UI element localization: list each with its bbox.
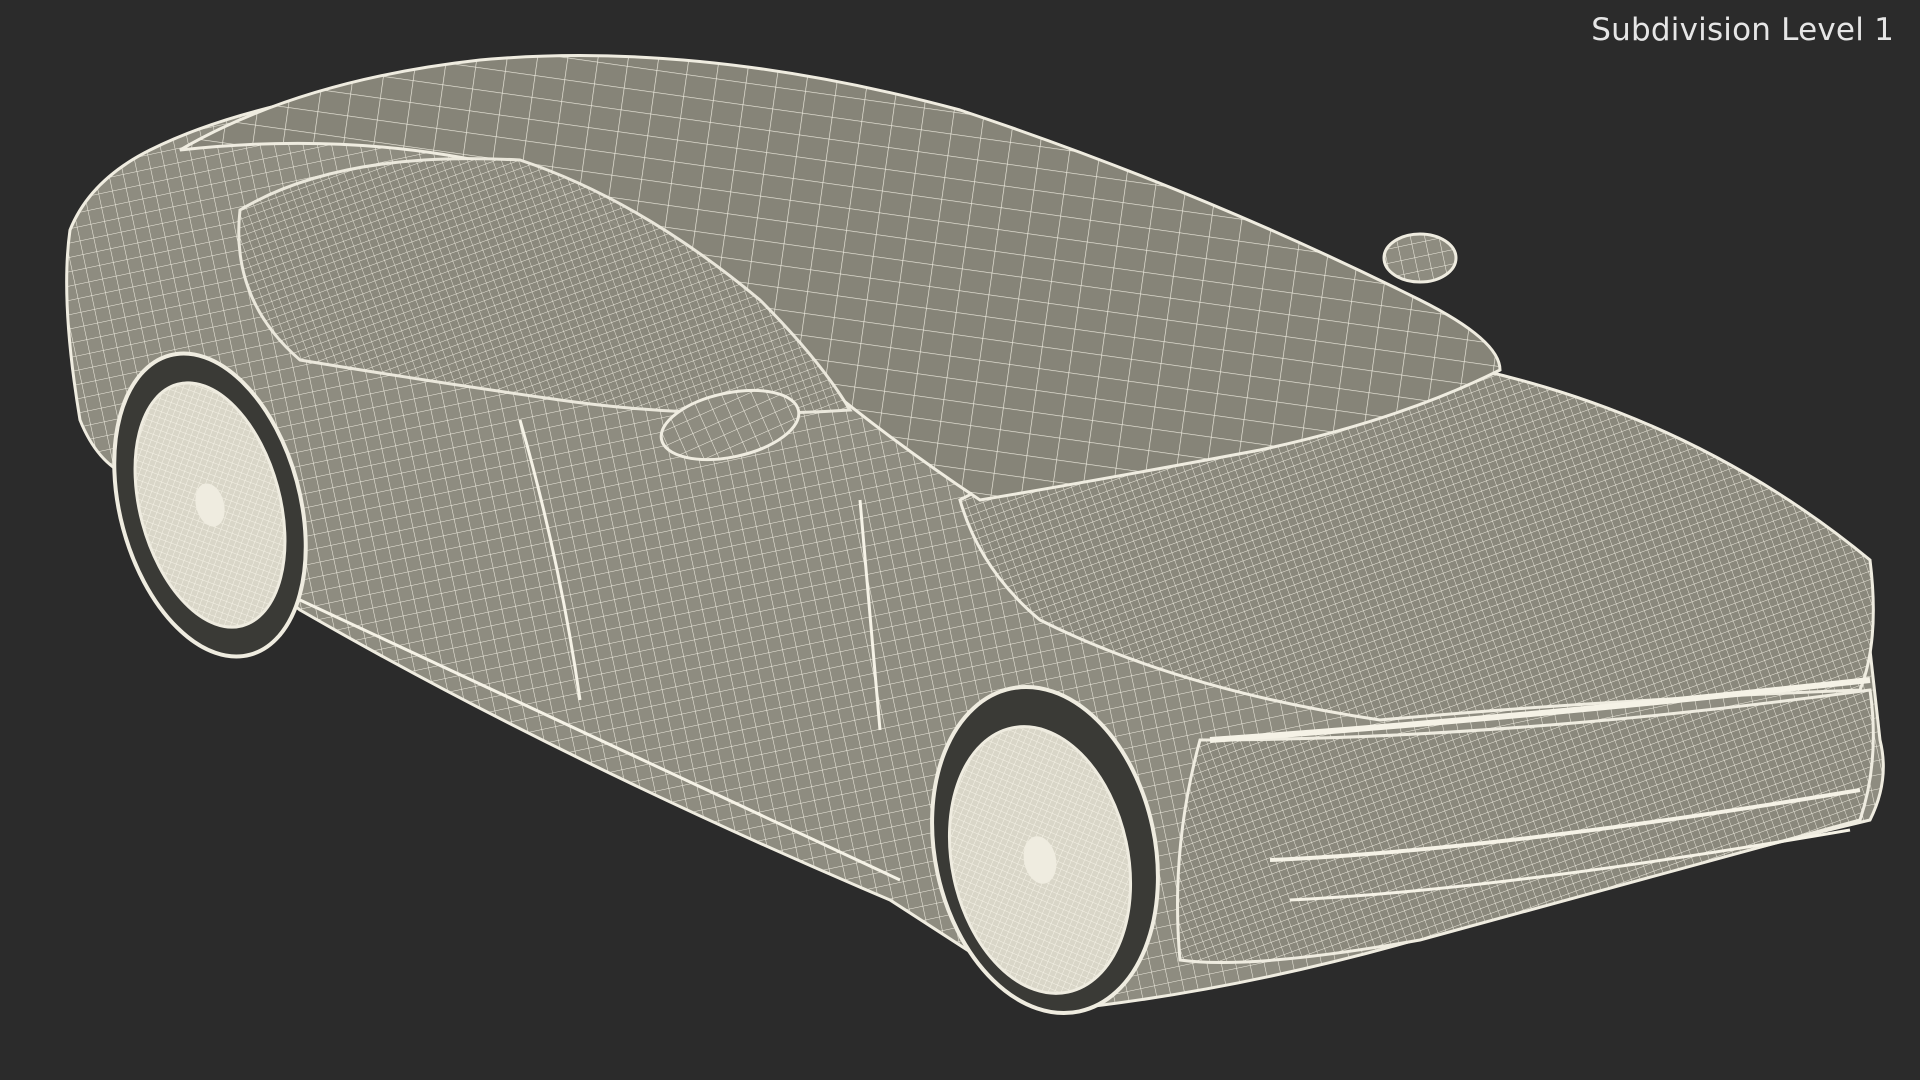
subdivision-level-label: Subdivision Level 1 [1591, 12, 1894, 48]
car-right-mirror [1382, 232, 1458, 284]
car-wireframe-model [65, 54, 1885, 1016]
3d-viewport[interactable]: Subdivision Level 1 [0, 0, 1920, 1080]
